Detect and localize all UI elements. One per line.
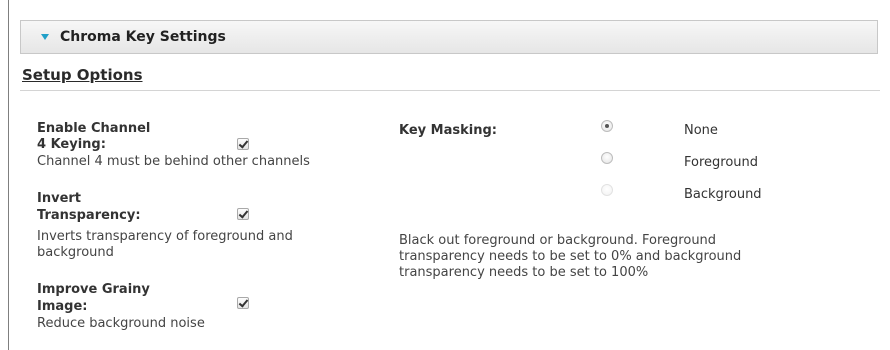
key-masking-description-line3: transparency needs to be set to 100%: [399, 265, 649, 280]
key-masking-radio-none[interactable]: [601, 120, 613, 132]
enable-channel4-checkbox[interactable]: [237, 138, 249, 150]
triangle-down-icon[interactable]: [41, 34, 49, 40]
improve-grainy-description: Reduce background noise: [37, 316, 205, 331]
key-masking-label: Key Masking:: [399, 123, 497, 138]
setup-options-heading: Setup Options: [22, 66, 143, 84]
key-masking-description-line2: transparency needs to be set to 0% and b…: [399, 249, 742, 264]
invert-transparency-label-line2: Transparency:: [37, 208, 141, 223]
heading-divider: [20, 90, 880, 91]
key-masking-radio-background: [601, 184, 613, 196]
invert-transparency-description-line2: background: [37, 245, 114, 260]
section-header-chroma-key[interactable]: Chroma Key Settings: [20, 20, 878, 54]
invert-transparency-checkbox[interactable]: [237, 208, 249, 220]
key-masking-option-background-label: Background: [684, 187, 762, 202]
improve-grainy-label-line2: Image:: [37, 299, 88, 314]
chroma-key-panel: Chroma Key Settings Setup Options Enable…: [0, 0, 890, 350]
section-title: Chroma Key Settings: [60, 29, 226, 45]
key-masking-option-none-label[interactable]: None: [684, 123, 718, 139]
invert-transparency-description-line1: Inverts transparency of foreground and: [37, 229, 293, 244]
enable-channel4-label-line2: 4 Keying:: [37, 137, 106, 152]
key-masking-description-line1: Black out foreground or background. Fore…: [399, 233, 717, 248]
improve-grainy-checkbox[interactable]: [237, 297, 249, 309]
left-border-divider: [8, 0, 9, 350]
key-masking-radio-foreground[interactable]: [601, 152, 613, 164]
enable-channel4-label-line1: Enable Channel: [37, 121, 151, 136]
key-masking-option-foreground-label[interactable]: Foreground: [684, 155, 758, 171]
improve-grainy-label-line1: Improve Grainy: [37, 282, 150, 297]
enable-channel4-description: Channel 4 must be behind other channels: [37, 154, 310, 169]
invert-transparency-label-line1: Invert: [37, 191, 82, 206]
